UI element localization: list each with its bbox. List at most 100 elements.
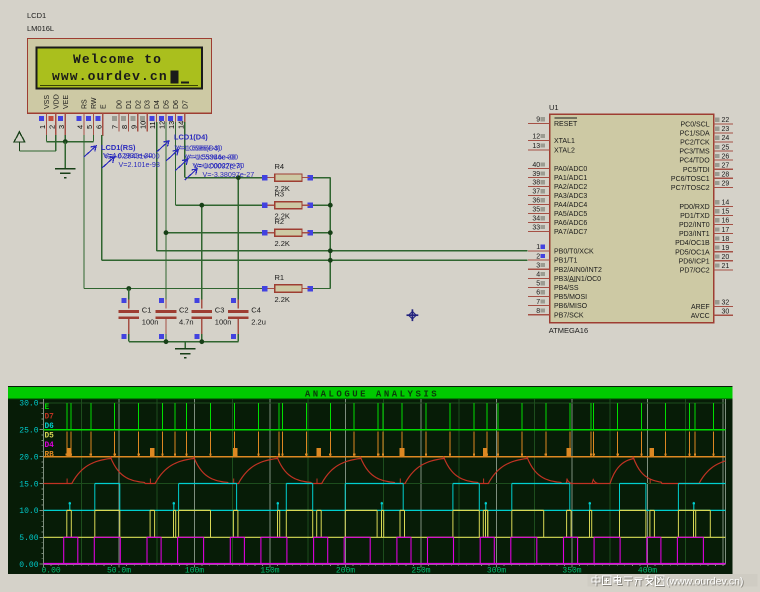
svg-text:PD3/INT1: PD3/INT1 <box>679 231 710 238</box>
svg-text:17: 17 <box>722 227 730 234</box>
svg-text:PC5/TDI: PC5/TDI <box>683 167 710 174</box>
svg-text:PC1/SDA: PC1/SDA <box>680 131 710 138</box>
svg-text:5: 5 <box>536 281 540 288</box>
svg-text:20: 20 <box>722 254 730 261</box>
svg-text:RS: RS <box>81 99 88 109</box>
svg-text:36: 36 <box>532 198 540 205</box>
svg-text:PA5/ADC5: PA5/ADC5 <box>554 211 587 218</box>
svg-text:15: 15 <box>722 209 730 216</box>
svg-text:PA0/ADC0: PA0/ADC0 <box>554 166 587 173</box>
svg-text:PB0/T0/XCK: PB0/T0/XCK <box>554 249 594 256</box>
svg-text:7: 7 <box>111 125 120 129</box>
svg-text:35: 35 <box>532 207 540 214</box>
svg-text:28: 28 <box>722 171 730 178</box>
svg-text:9: 9 <box>536 117 540 124</box>
svg-text:11: 11 <box>148 121 157 129</box>
svg-text:8: 8 <box>120 125 129 129</box>
svg-text:0.00: 0.00 <box>42 566 61 575</box>
svg-text:Welcome to: Welcome to <box>73 52 162 67</box>
svg-text:R2: R2 <box>275 217 285 226</box>
svg-text:R1: R1 <box>275 273 285 282</box>
svg-text:C4: C4 <box>251 306 261 315</box>
svg-text:PB7/SCK: PB7/SCK <box>554 312 584 319</box>
svg-text:D2: D2 <box>135 100 142 109</box>
svg-text:PC2/TCK: PC2/TCK <box>680 140 710 147</box>
svg-text:24: 24 <box>722 135 730 142</box>
svg-text:PD0/RXD: PD0/RXD <box>679 204 709 211</box>
svg-text:PB6/MISO: PB6/MISO <box>554 303 588 310</box>
svg-text:21: 21 <box>722 263 730 270</box>
svg-text:VSS: VSS <box>44 95 51 109</box>
svg-text:19: 19 <box>722 245 730 252</box>
svg-text:PA3/ADC3: PA3/ADC3 <box>554 193 587 200</box>
svg-text:D0: D0 <box>117 100 124 109</box>
svg-text:25.0: 25.0 <box>19 427 38 436</box>
svg-text:33: 33 <box>532 225 540 232</box>
svg-text:3: 3 <box>536 262 540 269</box>
svg-text:20.0: 20.0 <box>19 453 38 462</box>
svg-text:PD1/TXD: PD1/TXD <box>680 213 710 220</box>
svg-text:PB2/AIN0/INT2: PB2/AIN0/INT2 <box>554 267 602 274</box>
svg-text:PA6/ADC6: PA6/ADC6 <box>554 220 587 227</box>
svg-text:16: 16 <box>722 218 730 225</box>
svg-text:D4: D4 <box>154 100 161 109</box>
svg-text:10: 10 <box>139 121 148 129</box>
svg-text:6: 6 <box>536 290 540 297</box>
svg-text:14: 14 <box>722 200 730 207</box>
svg-text:R4: R4 <box>275 162 285 171</box>
svg-text:37: 37 <box>532 189 540 196</box>
svg-text:13: 13 <box>532 143 540 150</box>
svg-text:29: 29 <box>722 181 730 188</box>
svg-text:D3: D3 <box>145 100 152 109</box>
svg-text:C1: C1 <box>142 306 152 315</box>
svg-text:27: 27 <box>722 162 730 169</box>
svg-text:D7: D7 <box>182 100 189 109</box>
svg-text:AREF: AREF <box>691 304 710 311</box>
svg-text:PC6/TOSC1: PC6/TOSC1 <box>671 176 710 183</box>
svg-text:RW: RW <box>91 97 98 109</box>
svg-text:D5: D5 <box>45 432 55 440</box>
svg-text:15.0: 15.0 <box>19 480 38 489</box>
svg-text:XTAL2: XTAL2 <box>554 147 575 154</box>
svg-text:13: 13 <box>167 121 176 129</box>
svg-text:PD2/INT0: PD2/INT0 <box>679 222 710 229</box>
svg-text:PB4/SS: PB4/SS <box>554 285 579 292</box>
svg-text:E: E <box>45 404 50 412</box>
svg-text:2: 2 <box>47 125 56 129</box>
svg-text:PC3/TMS: PC3/TMS <box>679 149 710 156</box>
svg-text:8: 8 <box>536 308 540 315</box>
svg-text:2.2u: 2.2u <box>251 318 266 327</box>
svg-text:D7: D7 <box>45 413 55 421</box>
svg-text:PD5/OC1A: PD5/OC1A <box>675 249 710 256</box>
svg-text:R3: R3 <box>275 190 285 199</box>
svg-text:RESET: RESET <box>554 121 578 128</box>
svg-text:22: 22 <box>722 117 730 124</box>
svg-text:18: 18 <box>722 236 730 243</box>
svg-text:LCD1: LCD1 <box>27 11 46 20</box>
svg-text:ATMEGA16: ATMEGA16 <box>549 326 588 335</box>
svg-text:14: 14 <box>176 121 185 129</box>
svg-text:ANALOGUE ANALYSIS: ANALOGUE ANALYSIS <box>305 389 439 399</box>
svg-text:V=2.101e-93: V=2.101e-93 <box>119 160 160 169</box>
svg-text:2.2K: 2.2K <box>275 295 290 304</box>
svg-text:PA4/ADC4: PA4/ADC4 <box>554 202 587 209</box>
svg-text:PC0/SCL: PC0/SCL <box>681 122 710 129</box>
svg-text:40: 40 <box>532 162 540 169</box>
svg-text:(www.ourdev.cn): (www.ourdev.cn) <box>666 576 743 588</box>
svg-text:RB: RB <box>45 451 55 459</box>
svg-text:PB1/T1: PB1/T1 <box>554 258 577 265</box>
svg-text:12: 12 <box>158 121 167 129</box>
svg-text:9: 9 <box>129 125 138 129</box>
svg-text:XTAL1: XTAL1 <box>554 138 575 145</box>
svg-text:32: 32 <box>722 300 730 307</box>
svg-text:4: 4 <box>536 272 540 279</box>
svg-text:E: E <box>100 104 107 109</box>
svg-text:1: 1 <box>536 244 540 251</box>
svg-text:5: 5 <box>85 125 94 129</box>
svg-text:0.00: 0.00 <box>19 561 38 570</box>
svg-text:30.0: 30.0 <box>19 400 38 409</box>
svg-text:D1: D1 <box>126 100 133 109</box>
svg-text:AVCC: AVCC <box>691 313 710 320</box>
svg-text:2: 2 <box>536 253 540 260</box>
svg-text:PD6/ICP1: PD6/ICP1 <box>679 258 710 265</box>
